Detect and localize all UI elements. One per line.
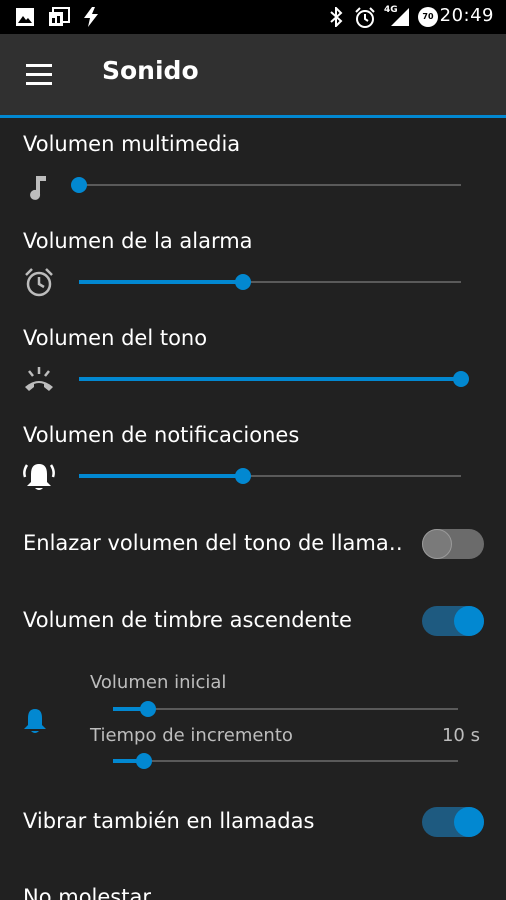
slider-track xyxy=(79,184,461,186)
increment-time-label: Tiempo de incremento xyxy=(90,725,293,746)
ascending-ringer-toggle[interactable] xyxy=(422,605,484,637)
alarm-icon xyxy=(355,7,375,28)
menu-button[interactable] xyxy=(22,62,56,88)
ringing-phone-icon xyxy=(25,367,53,391)
ring-volume-label: Volumen del tono xyxy=(23,326,208,350)
notification-volume-slider[interactable] xyxy=(79,466,461,486)
flash-icon xyxy=(84,7,98,27)
bell-ringing-icon xyxy=(23,464,55,490)
menu-icon xyxy=(26,64,52,67)
initial-volume-label: Volumen inicial xyxy=(90,672,227,693)
slider-thumb[interactable] xyxy=(71,177,87,193)
slider-track xyxy=(113,760,458,762)
alarm-volume-slider[interactable] xyxy=(79,272,461,292)
toggle-knob xyxy=(454,807,484,837)
status-time: 20:49 xyxy=(439,5,494,26)
slider-thumb[interactable] xyxy=(235,468,252,484)
initial-volume-slider[interactable] xyxy=(113,699,458,719)
increment-time-slider[interactable] xyxy=(113,751,458,771)
slider-thumb[interactable] xyxy=(139,701,156,717)
media-volume-slider[interactable] xyxy=(71,175,461,195)
alarm-volume-label: Volumen de la alarma xyxy=(23,229,253,253)
ring-volume-slider[interactable] xyxy=(79,369,469,389)
toggle-knob xyxy=(454,606,484,636)
slider-fill xyxy=(79,377,461,381)
alarm-icon xyxy=(25,268,53,297)
slider-fill xyxy=(79,474,244,478)
vibrate-calls-toggle[interactable] xyxy=(422,806,484,838)
image-icon xyxy=(16,8,34,26)
bell-icon xyxy=(24,709,46,733)
status-bar: 4G 70 20:49 xyxy=(0,0,506,34)
slider-track xyxy=(113,708,458,710)
app-bar: Sonido xyxy=(0,34,506,118)
notification-volume-label: Volumen de notificaciones xyxy=(23,423,300,447)
signal-icon xyxy=(391,8,409,26)
photo-library-icon xyxy=(49,7,70,26)
media-volume-label: Volumen multimedia xyxy=(23,132,241,156)
link-ring-volume-label: Enlazar volumen del tono de llama‥ xyxy=(23,531,403,555)
slider-thumb[interactable] xyxy=(136,753,153,769)
vibrate-calls-label: Vibrar también en llamadas xyxy=(23,809,315,833)
page-title: Sonido xyxy=(102,56,199,85)
slider-thumb[interactable] xyxy=(235,274,252,290)
do-not-disturb-label[interactable]: No molestar xyxy=(23,885,151,900)
link-ring-volume-toggle[interactable] xyxy=(422,528,484,560)
settings-list: Volumen multimedia Volumen de la alarma … xyxy=(0,118,506,900)
slider-thumb[interactable] xyxy=(453,371,469,387)
bluetooth-icon xyxy=(330,7,343,27)
music-note-icon xyxy=(30,176,46,200)
slider-fill xyxy=(79,280,244,284)
increment-time-value: 10 s xyxy=(441,725,480,746)
ascending-ringer-label: Volumen de timbre ascendente xyxy=(23,608,352,632)
battery-level: 70 xyxy=(422,12,434,21)
toggle-knob xyxy=(422,529,452,559)
